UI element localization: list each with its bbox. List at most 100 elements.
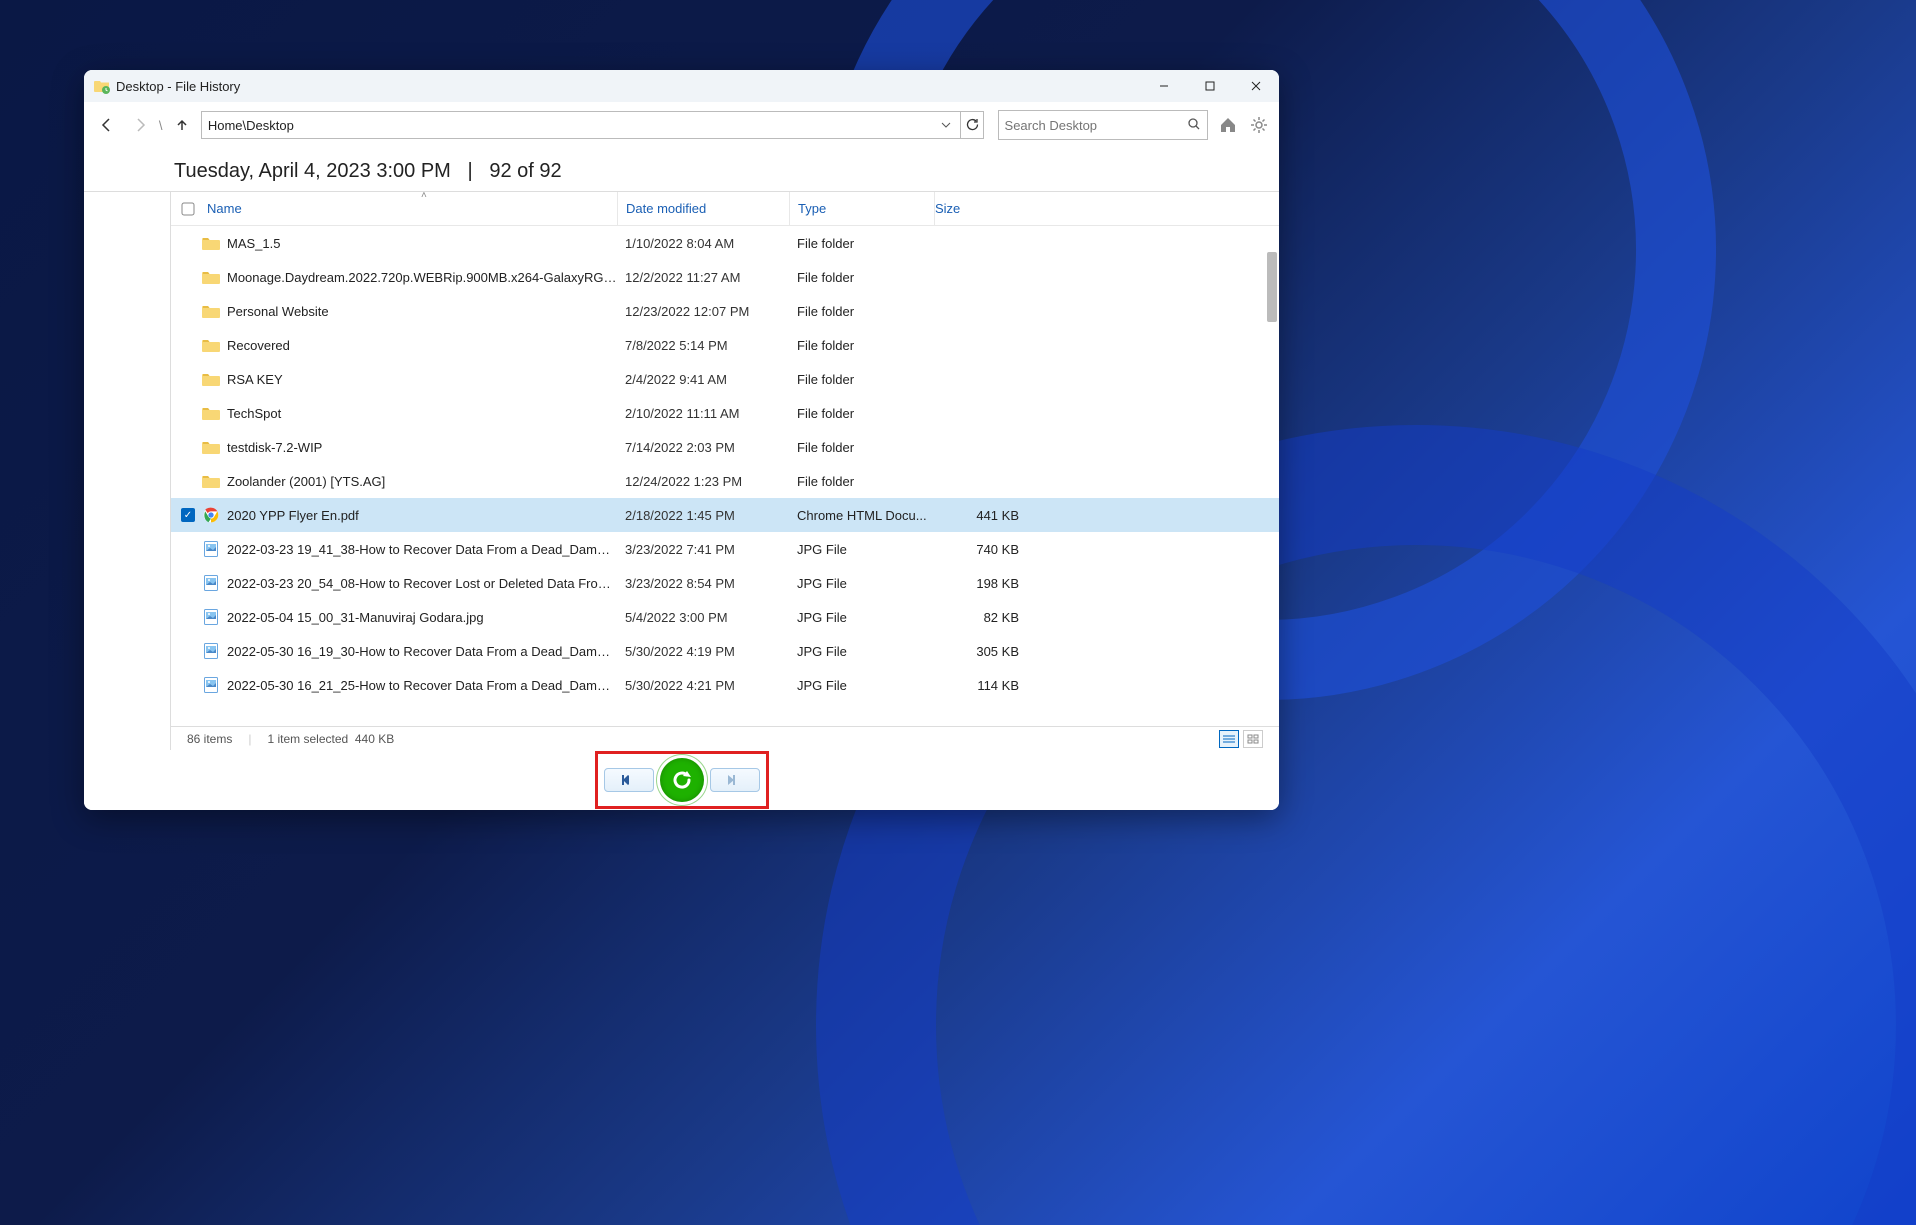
next-version-button[interactable] xyxy=(710,768,760,792)
file-size: 114 KB xyxy=(934,678,1029,693)
file-row[interactable]: ✓ 2020 YPP Flyer En.pdf2/18/2022 1:45 PMC… xyxy=(171,498,1279,532)
file-size: 441 KB xyxy=(934,508,1029,523)
folder-icon xyxy=(201,335,221,355)
previous-version-button[interactable] xyxy=(604,768,654,792)
file-type: Chrome HTML Docu... xyxy=(789,508,934,523)
file-row[interactable]: TechSpot2/10/2022 11:11 AMFile folder xyxy=(171,396,1279,430)
file-name: 2020 YPP Flyer En.pdf xyxy=(227,508,617,523)
version-position: 92 of 92 xyxy=(489,160,561,182)
file-name: Recovered xyxy=(227,338,617,353)
select-all-checkbox[interactable] xyxy=(177,202,199,216)
file-date: 5/4/2022 3:00 PM xyxy=(617,610,789,625)
file-pane: ˄ Name Date modified Type Size MAS_1.51/… xyxy=(170,192,1279,750)
file-row[interactable]: Zoolander (2001) [YTS.AG]12/24/2022 1:23… xyxy=(171,464,1279,498)
file-row[interactable]: Recovered7/8/2022 5:14 PMFile folder xyxy=(171,328,1279,362)
folder-icon xyxy=(201,233,221,253)
version-header: Tuesday, April 4, 2023 3:00 PM | 92 of 9… xyxy=(84,148,1279,191)
file-row[interactable]: Personal Website12/23/2022 12:07 PMFile … xyxy=(171,294,1279,328)
file-type: File folder xyxy=(789,406,934,421)
window-title: Desktop - File History xyxy=(116,79,240,94)
file-date: 1/10/2022 8:04 AM xyxy=(617,236,789,251)
file-date: 2/18/2022 1:45 PM xyxy=(617,508,789,523)
search-icon[interactable] xyxy=(1187,117,1201,134)
file-size: 305 KB xyxy=(934,644,1029,659)
image-icon xyxy=(201,641,221,661)
image-icon xyxy=(201,539,221,559)
file-type: JPG File xyxy=(789,644,934,659)
row-checkbox[interactable]: ✓ xyxy=(177,508,199,522)
search-box[interactable] xyxy=(998,110,1208,140)
file-type: File folder xyxy=(789,338,934,353)
file-row[interactable]: RSA KEY2/4/2022 9:41 AMFile folder xyxy=(171,362,1279,396)
restore-button[interactable] xyxy=(660,758,704,802)
minimize-button[interactable] xyxy=(1141,70,1187,102)
file-type: File folder xyxy=(789,440,934,455)
file-name: Zoolander (2001) [YTS.AG] xyxy=(227,474,617,489)
content-area: ˄ Name Date modified Type Size MAS_1.51/… xyxy=(84,191,1279,750)
image-icon xyxy=(201,607,221,627)
view-icons-button[interactable] xyxy=(1243,730,1263,748)
file-type: JPG File xyxy=(789,610,934,625)
file-type: File folder xyxy=(789,304,934,319)
view-details-button[interactable] xyxy=(1219,730,1239,748)
file-history-window: Desktop - File History \ Home\Desktop xyxy=(84,70,1279,810)
column-type[interactable]: Type xyxy=(789,192,934,225)
file-name: TechSpot xyxy=(227,406,617,421)
file-row[interactable]: 2022-05-30 16_21_25-How to Recover Data … xyxy=(171,668,1279,702)
back-button[interactable] xyxy=(94,111,120,139)
file-date: 12/23/2022 12:07 PM xyxy=(617,304,789,319)
forward-button[interactable] xyxy=(126,111,152,139)
file-row[interactable]: MAS_1.51/10/2022 8:04 AMFile folder xyxy=(171,226,1279,260)
version-timestamp: Tuesday, April 4, 2023 3:00 PM xyxy=(174,160,451,182)
folder-icon xyxy=(201,437,221,457)
file-row[interactable]: 2022-03-23 20_54_08-How to Recover Lost … xyxy=(171,566,1279,600)
file-date: 12/24/2022 1:23 PM xyxy=(617,474,789,489)
titlebar[interactable]: Desktop - File History xyxy=(84,70,1279,102)
app-icon xyxy=(94,78,110,94)
file-row[interactable]: 2022-05-30 16_19_30-How to Recover Data … xyxy=(171,634,1279,668)
nav-pane xyxy=(84,192,170,750)
file-type: File folder xyxy=(789,372,934,387)
file-name: 2022-05-30 16_21_25-How to Recover Data … xyxy=(227,678,617,693)
file-size: 82 KB xyxy=(934,610,1029,625)
folder-icon xyxy=(201,403,221,423)
file-row[interactable]: Moonage.Daydream.2022.720p.WEBRip.900MB.… xyxy=(171,260,1279,294)
file-row[interactable]: testdisk-7.2-WIP7/14/2022 2:03 PMFile fo… xyxy=(171,430,1279,464)
file-name: 2022-03-23 20_54_08-How to Recover Lost … xyxy=(227,576,617,591)
file-date: 3/23/2022 7:41 PM xyxy=(617,542,789,557)
toolbar: \ Home\Desktop xyxy=(84,102,1279,148)
bottom-controls xyxy=(84,750,1279,810)
close-button[interactable] xyxy=(1233,70,1279,102)
scrollbar-thumb[interactable] xyxy=(1267,252,1277,322)
file-name: Moonage.Daydream.2022.720p.WEBRip.900MB.… xyxy=(227,270,617,285)
folder-icon xyxy=(201,471,221,491)
file-row[interactable]: 2022-03-23 19_41_38-How to Recover Data … xyxy=(171,532,1279,566)
file-date: 12/2/2022 11:27 AM xyxy=(617,270,789,285)
status-selection: 1 item selected 440 KB xyxy=(267,732,394,746)
column-size[interactable]: Size xyxy=(934,192,1029,225)
path-separator: \ xyxy=(159,118,163,133)
image-icon xyxy=(201,573,221,593)
file-name: Personal Website xyxy=(227,304,617,319)
search-input[interactable] xyxy=(1005,118,1187,133)
file-type: File folder xyxy=(789,236,934,251)
status-item-count: 86 items xyxy=(187,732,232,746)
home-icon[interactable] xyxy=(1218,114,1239,136)
statusbar: 86 items | 1 item selected 440 KB xyxy=(171,726,1279,750)
column-date[interactable]: Date modified xyxy=(617,192,789,225)
column-name[interactable]: Name xyxy=(199,201,617,216)
file-name: MAS_1.5 xyxy=(227,236,617,251)
refresh-button[interactable] xyxy=(961,111,984,139)
scrollbar[interactable] xyxy=(1267,232,1277,692)
file-name: 2022-03-23 19_41_38-How to Recover Data … xyxy=(227,542,617,557)
file-size: 740 KB xyxy=(934,542,1029,557)
file-list[interactable]: MAS_1.51/10/2022 8:04 AMFile folderMoona… xyxy=(171,226,1279,726)
file-row[interactable]: 2022-05-04 15_00_31-Manuviraj Godara.jpg… xyxy=(171,600,1279,634)
address-bar[interactable]: Home\Desktop xyxy=(201,111,961,139)
file-name: testdisk-7.2-WIP xyxy=(227,440,617,455)
address-dropdown-icon[interactable] xyxy=(938,120,954,130)
up-button[interactable] xyxy=(168,111,194,139)
folder-icon xyxy=(201,369,221,389)
maximize-button[interactable] xyxy=(1187,70,1233,102)
gear-icon[interactable] xyxy=(1248,114,1269,136)
